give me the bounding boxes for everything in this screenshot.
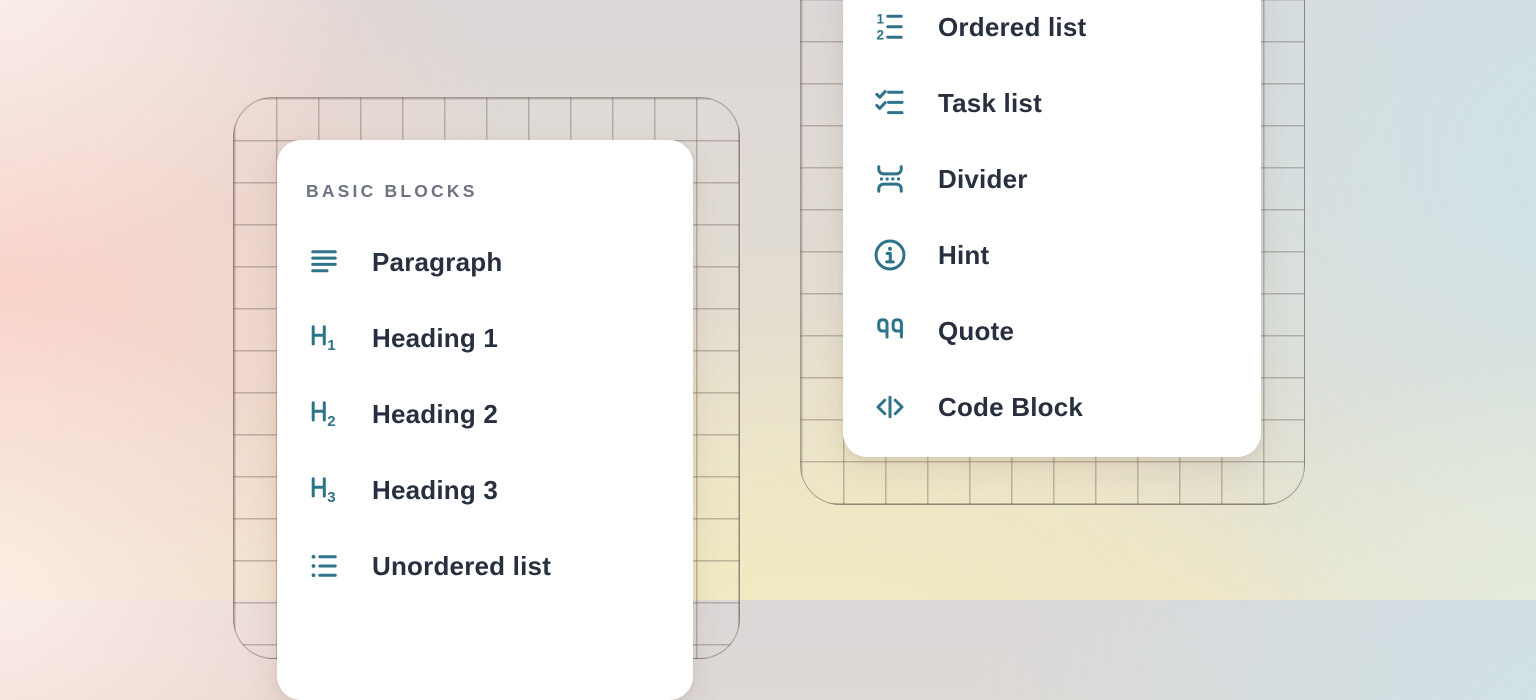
heading-1-icon: 1 xyxy=(306,320,342,356)
menu-item-label: Quote xyxy=(938,316,1014,347)
menu-list-right: 12 Ordered list Task list Divider Hint Q… xyxy=(872,0,1261,445)
menu-item-label: Divider xyxy=(938,164,1028,195)
hint-icon xyxy=(872,237,908,273)
ordered-list-icon: 12 xyxy=(872,9,908,45)
paragraph-icon xyxy=(306,244,342,280)
menu-item-heading-3[interactable]: 3 Heading 3 xyxy=(306,452,693,528)
menu-item-unordered-list[interactable]: Unordered list xyxy=(306,528,693,604)
menu-item-label: Hint xyxy=(938,240,989,271)
svg-text:2: 2 xyxy=(327,413,335,430)
svg-text:1: 1 xyxy=(877,11,885,26)
code-block-icon xyxy=(872,389,908,425)
menu-list-left: Paragraph 1 Heading 1 2 Heading 2 3 Head… xyxy=(306,224,693,604)
task-list-icon xyxy=(872,85,908,121)
menu-item-label: Task list xyxy=(938,88,1042,119)
divider-icon xyxy=(872,161,908,197)
menu-item-label: Heading 3 xyxy=(372,475,498,506)
svg-text:1: 1 xyxy=(327,337,335,354)
menu-item-paragraph[interactable]: Paragraph xyxy=(306,224,693,300)
unordered-list-icon xyxy=(306,548,342,584)
menu-item-label: Paragraph xyxy=(372,247,502,278)
heading-3-icon: 3 xyxy=(306,472,342,508)
block-menu-left: BASIC BLOCKS Paragraph 1 Heading 1 2 Hea… xyxy=(277,140,693,700)
menu-item-hint[interactable]: Hint xyxy=(872,217,1261,293)
menu-item-heading-1[interactable]: 1 Heading 1 xyxy=(306,300,693,376)
menu-item-ordered-list[interactable]: 12 Ordered list xyxy=(872,0,1261,65)
quote-icon xyxy=(872,313,908,349)
menu-item-label: Unordered list xyxy=(372,551,551,582)
menu-item-label: Heading 2 xyxy=(372,399,498,430)
menu-item-code-block[interactable]: Code Block xyxy=(872,369,1261,445)
block-menu-right: 12 Ordered list Task list Divider Hint Q… xyxy=(843,0,1261,457)
menu-item-label: Ordered list xyxy=(938,12,1086,43)
background: { "colors": { "accent": "#2e7389", "item… xyxy=(0,0,1536,600)
menu-item-quote[interactable]: Quote xyxy=(872,293,1261,369)
menu-item-heading-2[interactable]: 2 Heading 2 xyxy=(306,376,693,452)
menu-item-divider[interactable]: Divider xyxy=(872,141,1261,217)
section-header-basic-blocks: BASIC BLOCKS xyxy=(306,180,693,202)
menu-item-label: Code Block xyxy=(938,392,1083,423)
menu-item-label: Heading 1 xyxy=(372,323,498,354)
svg-text:3: 3 xyxy=(327,489,335,506)
heading-2-icon: 2 xyxy=(306,396,342,432)
svg-text:2: 2 xyxy=(877,27,885,42)
menu-item-task-list[interactable]: Task list xyxy=(872,65,1261,141)
